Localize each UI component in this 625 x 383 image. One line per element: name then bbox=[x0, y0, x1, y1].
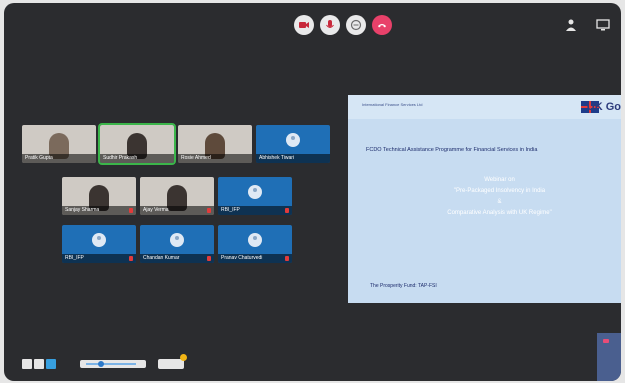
layout-button-active[interactable] bbox=[46, 359, 56, 369]
slide-title: Webinar on "Pre-Packaged Insolvency in I… bbox=[388, 175, 611, 219]
participant-tile[interactable]: Pranav Chaturvedi bbox=[218, 225, 292, 263]
participants-icon bbox=[566, 19, 576, 31]
call-controls bbox=[294, 15, 392, 35]
layout-button[interactable] bbox=[22, 359, 32, 369]
muted-mic-icon bbox=[285, 208, 289, 213]
slide-title-line: Comparative Analysis with UK Regime" bbox=[447, 210, 552, 216]
shared-screen[interactable]: International Finance Services Ltd UK Go… bbox=[348, 95, 621, 303]
slide-title-line: Webinar on bbox=[484, 177, 515, 183]
zoom-slider[interactable] bbox=[80, 360, 146, 368]
participant-name: Chandan Kumar bbox=[140, 254, 214, 263]
slide-subtitle: FCDO Technical Assistance Programme for … bbox=[366, 147, 538, 153]
participant-name: Pranav Chaturvedi bbox=[218, 254, 292, 263]
participant-name: RBI_IFP bbox=[62, 254, 136, 263]
participant-name: Rosie Ahmed bbox=[178, 154, 252, 163]
mic-toggle-button[interactable] bbox=[320, 15, 340, 35]
chat-button[interactable] bbox=[346, 15, 366, 35]
participant-tile[interactable]: RBI_IFP bbox=[62, 225, 136, 263]
participant-tile-active-speaker[interactable]: Sudhir Prakash bbox=[98, 123, 176, 165]
participant-name: Sanjay Sharma bbox=[62, 206, 136, 215]
screen-share-button[interactable] bbox=[595, 17, 611, 33]
screen-icon bbox=[596, 19, 610, 31]
participant-tile[interactable]: Rosie Ahmed bbox=[178, 125, 252, 163]
side-panel-tab[interactable] bbox=[597, 333, 621, 381]
participant-tile[interactable]: RBI_IFP bbox=[218, 177, 292, 215]
notification-badge-icon bbox=[180, 354, 187, 361]
participant-name: Abhishek Tiwari bbox=[256, 154, 330, 163]
participant-name: Sudhir Prakash bbox=[100, 154, 174, 163]
participant-tile[interactable]: Chandan Kumar bbox=[140, 225, 214, 263]
muted-mic-icon bbox=[285, 256, 289, 261]
video-toggle-button[interactable] bbox=[294, 15, 314, 35]
notification-icon bbox=[603, 339, 609, 343]
view-options-button[interactable] bbox=[158, 354, 187, 369]
layout-button[interactable] bbox=[34, 359, 44, 369]
muted-mic-icon bbox=[129, 208, 133, 213]
zoom-thumb[interactable] bbox=[98, 361, 104, 367]
layout-switcher bbox=[22, 359, 56, 369]
participant-tile[interactable]: Sanjay Sharma bbox=[62, 177, 136, 215]
avatar-icon bbox=[248, 185, 262, 200]
participant-tile[interactable]: Abhishek Tiwari bbox=[256, 125, 330, 163]
participant-tile[interactable]: Ajay Verma bbox=[140, 177, 214, 215]
avatar-icon bbox=[248, 233, 262, 248]
participant-name: RBI_IFP bbox=[218, 206, 292, 215]
muted-mic-icon bbox=[207, 208, 211, 213]
zoom-track bbox=[86, 363, 136, 365]
avatar-icon bbox=[92, 233, 106, 248]
hang-up-button[interactable] bbox=[372, 15, 392, 35]
muted-mic-icon bbox=[129, 256, 133, 261]
participants-button[interactable] bbox=[563, 17, 579, 33]
slide-footer: The Prosperity Fund: TAP-FSI bbox=[370, 283, 437, 289]
avatar-icon bbox=[170, 233, 184, 248]
participant-tile[interactable]: Pratik Gupta bbox=[22, 125, 96, 163]
avatar-icon bbox=[286, 133, 300, 148]
participant-gallery: Pratik Gupta Sudhir Prakash Rosie Ahmed … bbox=[22, 123, 334, 273]
hang-up-icon bbox=[378, 24, 386, 28]
slide-org-name: International Finance Services Ltd bbox=[362, 102, 423, 107]
chat-icon bbox=[350, 19, 362, 31]
slide-brand: UK Go bbox=[586, 101, 621, 113]
video-icon bbox=[299, 22, 309, 28]
slide-title-line: & bbox=[497, 199, 502, 205]
participant-name: Pratik Gupta bbox=[22, 154, 96, 163]
mic-icon bbox=[326, 20, 334, 28]
top-right-tools bbox=[563, 17, 611, 33]
meeting-window: Pratik Gupta Sudhir Prakash Rosie Ahmed … bbox=[4, 3, 621, 381]
muted-mic-icon bbox=[207, 256, 211, 261]
slide-title-line: "Pre-Packaged Insolvency in India bbox=[453, 188, 546, 194]
participant-name: Ajay Verma bbox=[140, 206, 214, 215]
